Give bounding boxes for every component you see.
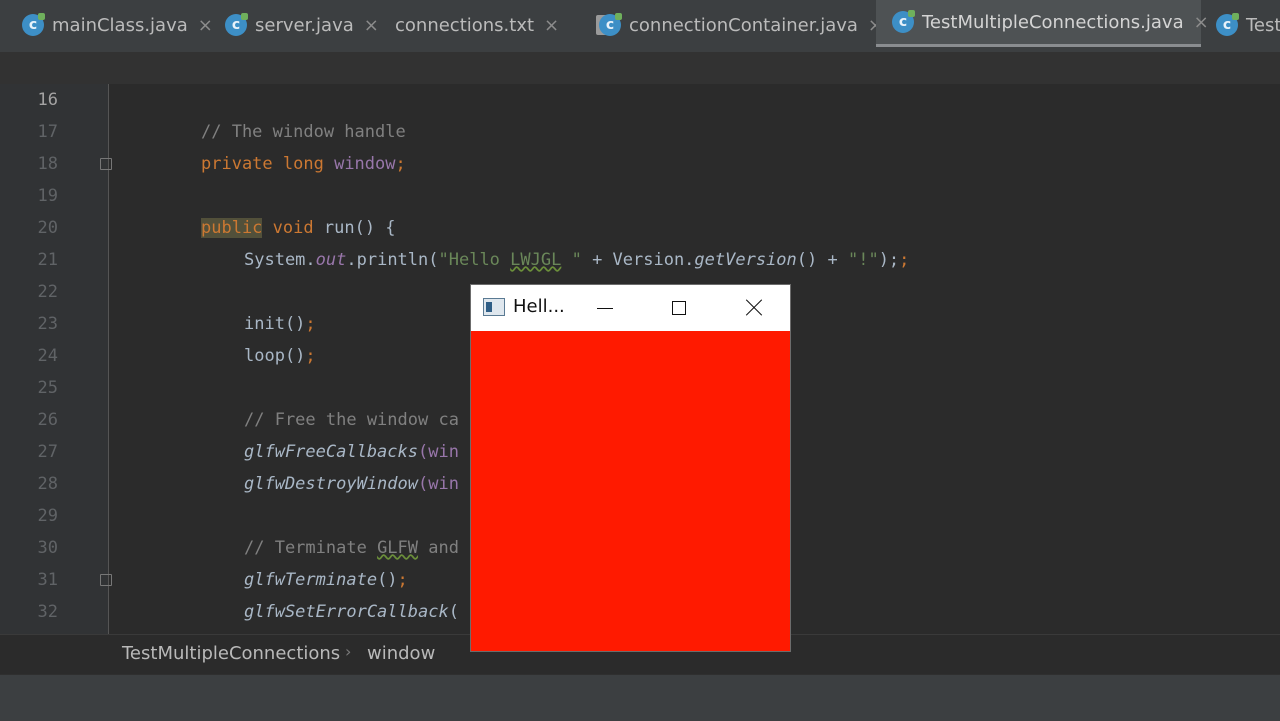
tab-test-overflow[interactable]: c Test (1216, 0, 1280, 50)
code-line[interactable]: 22 init(); (0, 244, 1280, 334)
code-line[interactable]: 20 System.out.println("Hello LWJGL " + V… (0, 180, 1280, 270)
close-icon[interactable]: × (544, 15, 559, 36)
tab-mainclass-java[interactable]: c mainClass.java × (22, 0, 213, 50)
close-icon (745, 299, 763, 317)
java-class-icon: c (599, 13, 622, 36)
tab-label: server.java (255, 14, 354, 36)
tab-server-java[interactable]: c server.java × (225, 0, 379, 50)
tab-label: connections.txt (395, 14, 535, 36)
tab-label: mainClass.java (52, 14, 188, 36)
java-class-icon: c (225, 13, 248, 36)
tab-label: Test (1246, 14, 1280, 36)
breadcrumb-item-field[interactable]: window (367, 643, 435, 664)
breadcrumb-separator-icon: › (345, 642, 352, 661)
breadcrumb-item-class[interactable]: TestMultipleConnections (122, 643, 340, 664)
close-icon[interactable]: × (1194, 12, 1209, 33)
app-window-icon (483, 298, 505, 316)
code-line[interactable]: 18 (0, 116, 1280, 174)
tab-connections-txt[interactable]: ≡ connections.txt × (395, 0, 612, 50)
code-line[interactable]: 17 private long window; (0, 84, 1280, 174)
close-button[interactable] (726, 285, 782, 331)
java-class-icon: c (892, 10, 915, 33)
close-icon[interactable]: × (198, 15, 213, 36)
tab-label: TestMultipleConnections.java (922, 11, 1184, 33)
glfw-window[interactable]: Hell... (470, 284, 791, 652)
java-class-icon: c (22, 13, 45, 36)
tab-testmultipleconnections-java[interactable]: c TestMultipleConnections.java × (876, 0, 1209, 47)
minimize-icon (597, 307, 613, 309)
glfw-window-titlebar[interactable]: Hell... (471, 285, 790, 331)
maximize-button[interactable] (651, 285, 707, 331)
tab-connectioncontainer-java[interactable]: c connectionContainer.java × (599, 0, 883, 50)
java-class-icon: c (1216, 13, 1239, 36)
tab-label: connectionContainer.java (629, 14, 858, 36)
editor-tab-bar: c mainClass.java × c server.java × ≡ con… (0, 0, 1280, 53)
code-line[interactable]: 21 (0, 212, 1280, 270)
minimize-button[interactable] (577, 285, 633, 331)
close-icon[interactable]: × (364, 15, 379, 36)
code-line[interactable]: 16 // The window handle (0, 52, 1280, 142)
fold-marker-icon[interactable] (100, 574, 112, 586)
fold-marker-icon[interactable] (100, 158, 112, 170)
glfw-render-canvas[interactable] (471, 331, 790, 651)
status-bar (0, 674, 1280, 721)
glfw-window-title: Hell... (513, 296, 565, 317)
maximize-icon (672, 301, 686, 315)
code-line[interactable]: 19 public void run() { (0, 148, 1280, 238)
